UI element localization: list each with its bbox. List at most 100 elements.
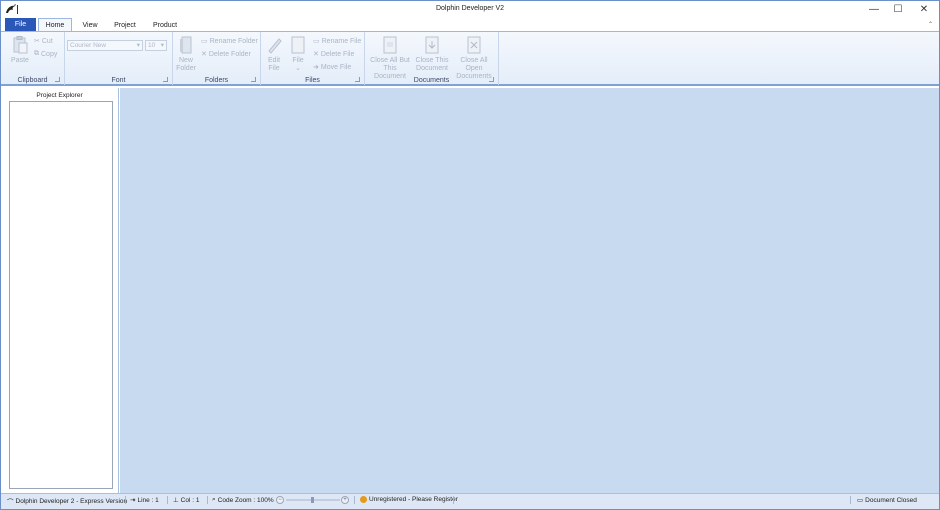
copy-button[interactable]: ⧉ Copy	[34, 50, 57, 58]
project-tree[interactable]	[9, 101, 113, 489]
line-icon: ⇥	[130, 497, 136, 504]
folders-group-label: Folders	[204, 77, 229, 84]
minimize-button[interactable]: —	[861, 1, 887, 18]
font-size-value: 10	[148, 42, 156, 49]
edit-file-button[interactable]: Edit File	[263, 36, 285, 73]
move-file-button[interactable]: ➜ Move File	[313, 63, 352, 72]
new-folder-label-line1: New	[178, 57, 193, 64]
tab-product[interactable]: Product	[148, 19, 182, 31]
ribbon-group-clipboard: Paste ✂ Cut ⧉ Copy Clipboard	[1, 32, 65, 85]
close-all-but-this-button[interactable]: Close All But This Document	[367, 36, 413, 81]
close-this-label-line2: Document	[416, 65, 448, 72]
status-line: ⇥ Line : 1	[130, 496, 159, 505]
status-bar: ⌒ Dolphin Developer 2 - Express Version …	[1, 493, 939, 506]
tab-home[interactable]: Home	[38, 18, 72, 31]
files-group-label: Files	[305, 77, 320, 84]
delete-file-button[interactable]: ✕ Delete File	[313, 50, 355, 59]
maximize-button[interactable]: ☐	[885, 1, 911, 18]
close-button[interactable]: ✕	[911, 1, 937, 18]
zoom-out-button[interactable]: −	[276, 496, 284, 504]
document-icon	[383, 36, 397, 54]
status-separator	[354, 496, 355, 504]
close-this-document-button[interactable]: Close This Document	[413, 36, 451, 73]
rename-icon: ▭	[313, 38, 320, 45]
tab-project[interactable]: Project	[110, 19, 140, 31]
rename-icon: ▭	[201, 38, 208, 45]
file-dropdown-chevron-icon: ⌄	[295, 65, 301, 72]
rename-file-button[interactable]: ▭ Rename File	[313, 37, 362, 46]
status-document: ▭ Document Closed	[857, 496, 917, 505]
ribbon-group-font: Courier New ▾ 10 ▾ Font	[65, 32, 173, 85]
status-separator	[167, 496, 168, 504]
col-label: Col : 1	[180, 496, 200, 504]
new-folder-icon	[180, 36, 192, 54]
ribbon-group-folders: New Folder ▭ Rename Folder ✕ Delete Fold…	[173, 32, 261, 85]
tab-file[interactable]: File	[5, 18, 36, 31]
ribbon-group-documents: Close All But This Document Close This D…	[365, 32, 499, 85]
move-file-label: Move File	[320, 63, 352, 71]
zoom-magnifier-icon: ⌕	[212, 496, 216, 503]
status-zoom: ⌕ Code Zoom : 100%	[212, 496, 274, 504]
folders-launcher-icon[interactable]	[251, 77, 256, 82]
font-launcher-icon[interactable]	[163, 77, 168, 82]
line-label: Line : 1	[137, 496, 159, 504]
delete-file-label: Delete File	[320, 50, 355, 58]
zoom-slider-thumb[interactable]	[311, 497, 314, 503]
delete-x-icon: ✕	[201, 51, 207, 58]
app-version-label: Dolphin Developer 2 - Express Version	[15, 497, 128, 505]
close-this-label-line1: Close This	[415, 57, 449, 64]
clipboard-launcher-icon[interactable]	[55, 77, 60, 82]
document-down-icon	[425, 36, 439, 54]
status-separator	[850, 496, 851, 504]
warning-icon	[360, 496, 367, 503]
cut-label: Cut	[41, 37, 53, 45]
close-all-open-button[interactable]: Close All Open Documents	[451, 36, 497, 81]
delete-x-icon: ✕	[313, 51, 319, 58]
app-window: Dolphin Developer V2 — ☐ ✕ File Home Vie…	[0, 0, 940, 510]
status-separator	[207, 496, 208, 504]
arrow-right-icon: ➜	[313, 64, 319, 71]
paste-icon	[13, 36, 28, 54]
font-family-value: Courier New	[70, 42, 107, 49]
ribbon: Paste ✂ Cut ⧉ Copy Clipboard Courier New…	[1, 31, 939, 86]
font-size-select[interactable]: 10 ▾	[145, 40, 167, 51]
file-label-line1: File	[292, 57, 304, 64]
close-all-label-line1: Close All Open	[460, 57, 488, 72]
document-workspace[interactable]	[120, 88, 939, 493]
zoom-in-button[interactable]: +	[341, 496, 349, 504]
rename-folder-label: Rename Folder	[209, 37, 258, 45]
font-size-chevron-down-icon: ▾	[160, 42, 164, 49]
rename-folder-button[interactable]: ▭ Rename Folder	[201, 37, 258, 46]
project-explorer-panel: Project Explorer	[1, 88, 119, 493]
documents-launcher-icon[interactable]	[489, 77, 494, 82]
cut-button[interactable]: ✂ Cut	[34, 37, 53, 46]
new-folder-button[interactable]: New Folder	[175, 36, 197, 73]
doc-status-label: Document Closed	[865, 496, 917, 504]
edit-file-label-line2: File	[268, 65, 280, 72]
delete-folder-label: Delete Folder	[208, 50, 251, 58]
file-dropdown-button[interactable]: File ⌄	[287, 36, 309, 73]
new-folder-label-line2: Folder	[176, 65, 196, 72]
project-explorer-title: Project Explorer	[36, 92, 83, 99]
tab-view[interactable]: View	[77, 19, 103, 31]
window-title: Dolphin Developer V2	[435, 5, 505, 12]
col-icon: ⊥	[173, 497, 179, 504]
document-closed-icon: ▭	[857, 497, 864, 504]
scissors-icon: ✂	[34, 38, 40, 45]
status-col: ⊥ Col : 1	[173, 496, 200, 505]
pencil-icon	[268, 38, 282, 54]
files-launcher-icon[interactable]	[355, 77, 360, 82]
status-separator	[125, 496, 126, 504]
title-bar: Dolphin Developer V2 — ☐ ✕	[1, 1, 939, 18]
rename-file-label: Rename File	[321, 37, 362, 45]
ribbon-collapse-icon[interactable]: ⌃	[928, 21, 933, 28]
registration-label: Unregistered - Please Register	[369, 496, 458, 503]
ribbon-tab-row: File Home View Project Product ⌃	[1, 18, 939, 31]
status-registration[interactable]: Unregistered - Please Register	[360, 496, 458, 503]
delete-folder-button[interactable]: ✕ Delete Folder	[201, 50, 251, 59]
copy-label: Copy	[41, 50, 58, 58]
font-group-label: Font	[111, 77, 126, 84]
font-family-select[interactable]: Courier New ▾	[67, 40, 143, 51]
ribbon-group-files: Edit File File ⌄ ▭ Rename File ✕ Delete …	[261, 32, 365, 85]
paste-button[interactable]: Paste	[9, 36, 31, 65]
